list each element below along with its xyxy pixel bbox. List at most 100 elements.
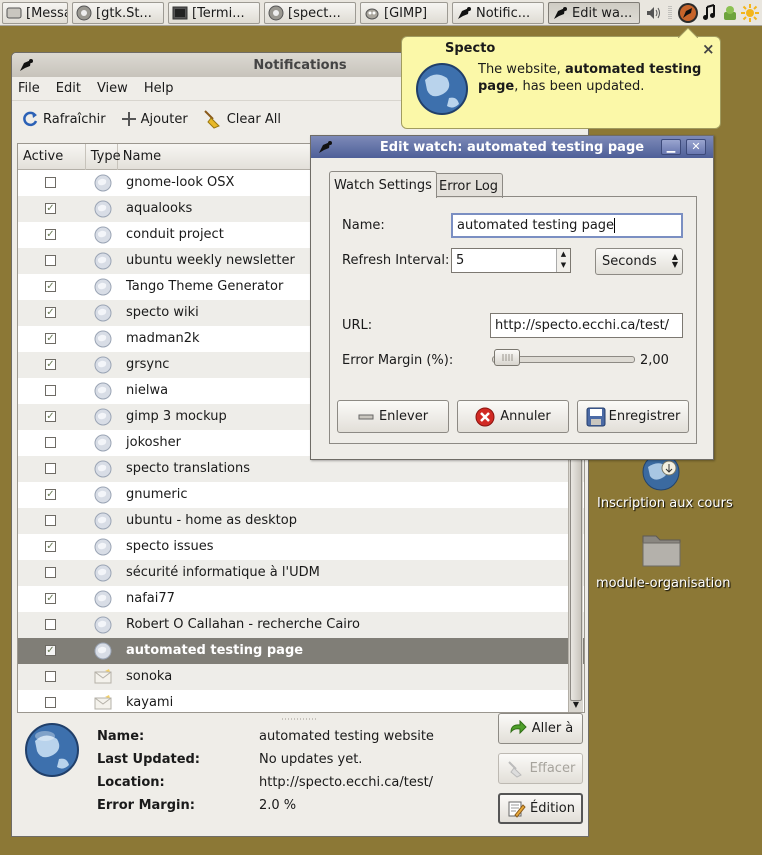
url-input[interactable]: http://specto.ecchi.ca/test/ <box>490 313 683 338</box>
column-header-active[interactable]: Active <box>18 144 86 170</box>
menu-edit[interactable]: Edit <box>56 81 81 96</box>
refresh-interval-label: Refresh Interval: <box>342 253 450 268</box>
watch-row[interactable]: ubuntu - home as desktop <box>18 508 584 534</box>
active-checkbox[interactable] <box>45 255 56 266</box>
watch-row[interactable]: ✓ gnumeric <box>18 482 584 508</box>
active-checkbox[interactable]: ✓ <box>45 203 56 214</box>
task-button-messages[interactable]: [Messa... <box>2 2 68 24</box>
add-button[interactable]: Ajouter <box>120 110 188 128</box>
task-button-gtk[interactable]: [gtk.St... <box>72 2 164 24</box>
website-globe-icon <box>94 616 112 634</box>
details-pane: Name: Last Updated: Location: Error Marg… <box>17 713 585 833</box>
broom-icon <box>202 109 224 129</box>
bubble-title: Specto <box>445 41 496 56</box>
watch-name: sécurité informatique à l'UDM <box>126 565 320 580</box>
goto-button[interactable]: Aller à <box>498 713 583 744</box>
cancel-icon <box>475 407 495 427</box>
active-checkbox[interactable] <box>45 619 56 630</box>
name-label: Name: <box>342 218 385 233</box>
cancel-button[interactable]: Annuler <box>457 400 569 433</box>
column-header-type[interactable]: Type <box>86 144 121 170</box>
refresh-button[interactable]: Rafraîchir <box>20 110 106 128</box>
active-checkbox[interactable]: ✓ <box>45 307 56 318</box>
watch-row[interactable]: sonoka <box>18 664 584 690</box>
website-globe-icon <box>94 408 112 426</box>
active-checkbox[interactable] <box>45 177 56 188</box>
task-button-edit-watch[interactable]: Edit wa... <box>548 2 640 24</box>
watch-row[interactable]: ✓ automated testing page <box>18 638 584 664</box>
website-globe-icon <box>94 512 112 530</box>
scroll-down-arrow-icon[interactable]: ▼ <box>570 699 582 711</box>
spinner-arrows-icon[interactable]: ▲ ▼ <box>556 249 570 272</box>
save-button[interactable]: Enregistrer <box>577 400 689 433</box>
active-checkbox[interactable]: ✓ <box>45 541 56 552</box>
website-globe-icon <box>94 538 112 556</box>
error-margin-slider-thumb[interactable] <box>494 349 521 366</box>
active-checkbox[interactable] <box>45 437 56 448</box>
active-checkbox[interactable]: ✓ <box>45 593 56 604</box>
volume-icon[interactable] <box>644 3 664 23</box>
menu-help[interactable]: Help <box>144 81 174 96</box>
watch-row[interactable]: ✓ specto issues <box>18 534 584 560</box>
active-checkbox[interactable]: ✓ <box>45 489 56 500</box>
active-checkbox[interactable]: ✓ <box>45 411 56 422</box>
active-checkbox[interactable] <box>45 463 56 474</box>
task-label: [spect... <box>288 5 341 21</box>
menu-file[interactable]: File <box>18 81 40 96</box>
watch-row[interactable]: kayami <box>18 690 584 712</box>
url-label: URL: <box>342 318 373 333</box>
watch-row[interactable]: sécurité informatique à l'UDM <box>18 560 584 586</box>
bubble-message: The website, automated testing page, has… <box>478 61 714 95</box>
minimize-icon[interactable]: ▁ <box>661 139 681 155</box>
tab-watch-settings[interactable]: Watch Settings <box>329 171 437 198</box>
specto-tray-icon[interactable] <box>678 3 698 23</box>
task-button-terminal[interactable]: [Termi... <box>168 2 260 24</box>
active-checkbox[interactable] <box>45 385 56 396</box>
save-label: Enregistrer <box>608 409 681 424</box>
watch-name: grsync <box>126 357 170 372</box>
weather-sun-icon[interactable] <box>740 3 760 23</box>
watch-row[interactable]: Robert O Callahan - recherche Cairo <box>18 612 584 638</box>
edit-button[interactable]: Édition <box>498 793 583 824</box>
active-checkbox[interactable]: ✓ <box>45 229 56 240</box>
watch-name: gnome-look OSX <box>126 175 235 190</box>
task-button-notifications[interactable]: Notific... <box>452 2 544 24</box>
active-checkbox[interactable] <box>45 671 56 682</box>
detail-value-name: automated testing website <box>259 729 434 744</box>
website-globe-icon <box>94 590 112 608</box>
remove-button[interactable]: Enlever <box>337 400 449 433</box>
website-globe-icon <box>94 278 112 296</box>
task-button-specto-web[interactable]: [spect... <box>264 2 356 24</box>
desktop-icon-label: Inscription aux cours <box>597 496 733 511</box>
active-checkbox[interactable] <box>45 515 56 526</box>
desktop-icon-module-organisation[interactable] <box>640 530 684 570</box>
notification-bubble[interactable]: Specto × The website, automated testing … <box>401 28 721 129</box>
website-globe-icon <box>94 460 112 478</box>
active-checkbox[interactable]: ✓ <box>45 359 56 370</box>
error-margin-label: Error Margin (%): <box>342 353 454 368</box>
clear-button[interactable]: Effacer <box>498 753 583 784</box>
window-titlebar[interactable]: Edit watch: automated testing page ▁ ✕ <box>311 136 713 158</box>
name-input[interactable]: automated testing page <box>451 213 683 238</box>
refresh-interval-value: 5 <box>456 253 465 268</box>
active-checkbox[interactable]: ✓ <box>45 645 56 656</box>
tab-error-log[interactable]: Error Log <box>434 173 504 198</box>
specto-icon <box>456 5 472 21</box>
music-note-icon[interactable] <box>700 3 720 23</box>
error-margin-value: 2,00 <box>640 353 669 368</box>
interval-unit-select[interactable]: Seconds ▲ ▼ <box>595 248 683 275</box>
watch-row[interactable]: ✓ nafai77 <box>18 586 584 612</box>
menu-view[interactable]: View <box>97 81 128 96</box>
close-icon[interactable]: ✕ <box>686 139 706 155</box>
website-globe-icon <box>94 642 112 660</box>
refresh-interval-spinner[interactable]: 5 ▲ ▼ <box>451 248 571 273</box>
watch-name: automated testing page <box>126 643 304 658</box>
active-checkbox[interactable] <box>45 567 56 578</box>
clear-all-button[interactable]: Clear All <box>202 109 281 129</box>
update-notifier-icon[interactable] <box>720 3 740 23</box>
close-icon[interactable]: × <box>702 40 715 58</box>
active-checkbox[interactable]: ✓ <box>45 281 56 292</box>
active-checkbox[interactable]: ✓ <box>45 333 56 344</box>
task-button-gimp[interactable]: [GIMP] <box>360 2 448 24</box>
active-checkbox[interactable] <box>45 697 56 708</box>
